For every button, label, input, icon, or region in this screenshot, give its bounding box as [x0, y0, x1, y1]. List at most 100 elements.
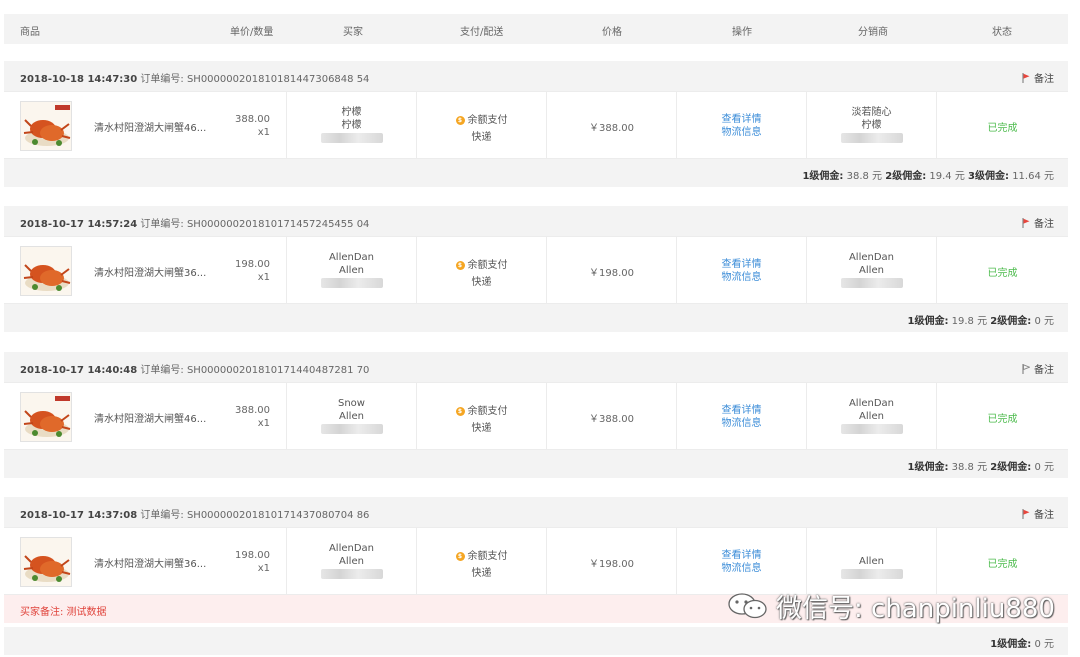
buyer-nickname: AllenDan — [328, 543, 375, 554]
order-number[interactable]: SH000000201810171437080704 86 — [187, 510, 369, 521]
view-details-link[interactable]: 查看详情 — [722, 405, 762, 416]
commission-value: 0 元 — [1034, 462, 1054, 473]
note-button[interactable]: 备注 — [1022, 215, 1054, 230]
order-price: ￥388.00 — [589, 123, 634, 134]
commission-value: 38.8 元 — [951, 462, 988, 473]
view-details-link[interactable]: 查看详情 — [722, 114, 762, 125]
logistics-link[interactable]: 物流信息 — [722, 563, 762, 574]
logistics-link[interactable]: 物流信息 — [722, 127, 762, 138]
coin-icon: $ — [455, 552, 465, 561]
commission-label: 1级佣金: — [802, 171, 844, 182]
product-title[interactable]: 清水村阳澄湖大闸蟹36... — [94, 555, 206, 570]
product-title[interactable]: 清水村阳澄湖大闸蟹46... — [94, 119, 206, 134]
status-badge: 已完成 — [987, 268, 1018, 279]
payment-cell: $ 余额支付 快递 — [417, 92, 547, 158]
buyer-nickname: Snow — [338, 398, 365, 409]
commission-label: 3级佣金: — [968, 171, 1009, 182]
buyer-phone-redacted — [320, 278, 383, 288]
price-cell: ￥198.00 — [547, 528, 677, 594]
logistics-link[interactable]: 物流信息 — [722, 272, 762, 283]
order-header: 2018-10-17 14:57:24 订单编号: SH000000201810… — [4, 206, 1068, 236]
payment-cell: $ 余额支付 快递 — [417, 528, 547, 594]
order-header: 2018-10-17 14:40:48 订单编号: SH000000201810… — [4, 352, 1068, 382]
buyer-name: 柠檬 — [341, 120, 362, 131]
status-badge: 已完成 — [987, 123, 1018, 134]
logistics-link[interactable]: 物流信息 — [722, 418, 762, 429]
actions-cell: 查看详情 物流信息 — [677, 383, 807, 449]
col-product: 商品 — [20, 27, 40, 38]
note-button[interactable]: 备注 — [1022, 361, 1054, 376]
status-badge: 已完成 — [987, 559, 1018, 570]
product-cell: 清水村阳澄湖大闸蟹46... 388.00 x1 — [4, 92, 287, 158]
product-thumbnail[interactable] — [20, 537, 72, 587]
order-datetime: 2018-10-17 14:40:48 — [20, 365, 138, 376]
quantity: x1 — [257, 272, 270, 283]
payment-cell: $ 余额支付 快递 — [417, 237, 547, 303]
distributor-phone-redacted — [840, 278, 903, 288]
product-thumbnail[interactable] — [20, 101, 72, 151]
flag-icon — [1022, 218, 1030, 228]
unit-price: 388.00 — [235, 114, 270, 125]
order-meta: 2018-10-17 14:57:24 订单编号: SH000000201810… — [20, 215, 369, 230]
order-price: ￥198.00 — [589, 559, 634, 570]
note-label: 备注 — [1034, 365, 1054, 376]
unit-price-qty: 388.00 x1 — [235, 113, 270, 139]
order-number[interactable]: SH000000201810171457245455 04 — [187, 219, 369, 230]
coin-icon: $ — [455, 407, 465, 416]
distributor-name: Allen — [859, 556, 884, 567]
order-row: 清水村阳澄湖大闸蟹36... 198.00 x1 AllenDan Allen $ 余额支付… — [4, 527, 1068, 595]
order-row: 清水村阳澄湖大闸蟹46... 388.00 x1 柠檬 柠檬 $ 余额支付 快递 ￥388.00… — [4, 91, 1068, 159]
wechat-icon — [728, 593, 767, 619]
order-datetime: 2018-10-17 14:37:08 — [20, 510, 138, 521]
payment-method: 余额支付 — [467, 551, 508, 562]
order-number-label: 订单编号: — [140, 365, 184, 376]
unit-price: 388.00 — [235, 405, 270, 416]
buyer-note: 买家备注: 测试数据 — [20, 607, 107, 618]
price-cell: ￥198.00 — [547, 237, 677, 303]
product-title[interactable]: 清水村阳澄湖大闸蟹46... — [94, 410, 206, 425]
product-thumbnail[interactable] — [20, 392, 72, 442]
col-actions: 操作 — [732, 27, 752, 38]
commission-bar: 1级佣金: 38.8 元 2级佣金: 19.4 元 3级佣金: 11.64 元 — [4, 159, 1068, 187]
product-thumbnail[interactable] — [20, 246, 72, 296]
buyer-cell: AllenDan Allen — [287, 528, 417, 594]
note-button[interactable]: 备注 — [1022, 70, 1054, 85]
commission-bar: 1级佣金: 38.8 元 2级佣金: 0 元 — [4, 450, 1068, 478]
commission-value: 11.64 元 — [1012, 171, 1054, 182]
delivery-method: 快递 — [471, 132, 492, 143]
actions-cell: 查看详情 物流信息 — [677, 92, 807, 158]
commission-value: 19.4 元 — [929, 171, 965, 182]
order-number[interactable]: SH000000201810181447306848 54 — [187, 74, 369, 85]
product-cell: 清水村阳澄湖大闸蟹36... 198.00 x1 — [4, 237, 287, 303]
commission-summary: 1级佣金: 0 元 — [990, 635, 1054, 650]
price-cell: ￥388.00 — [547, 383, 677, 449]
distributor-name: Allen — [859, 265, 884, 276]
order-meta: 2018-10-18 14:47:30 订单编号: SH000000201810… — [20, 70, 369, 85]
commission-label: 2级佣金: — [990, 316, 1032, 327]
view-details-link[interactable]: 查看详情 — [722, 550, 762, 561]
buyer-phone-redacted — [320, 569, 383, 579]
order-number[interactable]: SH000000201810171440487281 70 — [187, 365, 369, 376]
distributor-nickname: AllenDan — [848, 398, 895, 409]
status-cell: 已完成 — [937, 383, 1068, 449]
distributor-phone-redacted — [840, 424, 903, 434]
delivery-method: 快递 — [471, 423, 492, 434]
col-price: 价格 — [602, 27, 622, 38]
commission-bar: 1级佣金: 19.8 元 2级佣金: 0 元 — [4, 304, 1068, 332]
order-number-label: 订单编号: — [140, 74, 184, 85]
buyer-name: Allen — [339, 265, 364, 276]
commission-value: 38.8 元 — [846, 171, 883, 182]
order-meta: 2018-10-17 14:40:48 订单编号: SH000000201810… — [20, 361, 369, 376]
commission-label: 1级佣金: — [907, 316, 949, 327]
col-distributor: 分销商 — [858, 27, 888, 38]
order-datetime: 2018-10-18 14:47:30 — [20, 74, 138, 85]
watermark-text: 微信号: chanpinliu880 — [776, 593, 1055, 624]
order-row: 清水村阳澄湖大闸蟹36... 198.00 x1 AllenDan Allen $ 余额支付… — [4, 236, 1068, 304]
view-details-link[interactable]: 查看详情 — [722, 259, 762, 270]
product-title[interactable]: 清水村阳澄湖大闸蟹36... — [94, 264, 206, 279]
note-button[interactable]: 备注 — [1022, 506, 1054, 521]
commission-value: 0 元 — [1034, 639, 1054, 650]
order-header: 2018-10-17 14:37:08 订单编号: SH000000201810… — [4, 497, 1068, 527]
quantity: x1 — [257, 127, 270, 138]
status-cell: 已完成 — [937, 528, 1068, 594]
